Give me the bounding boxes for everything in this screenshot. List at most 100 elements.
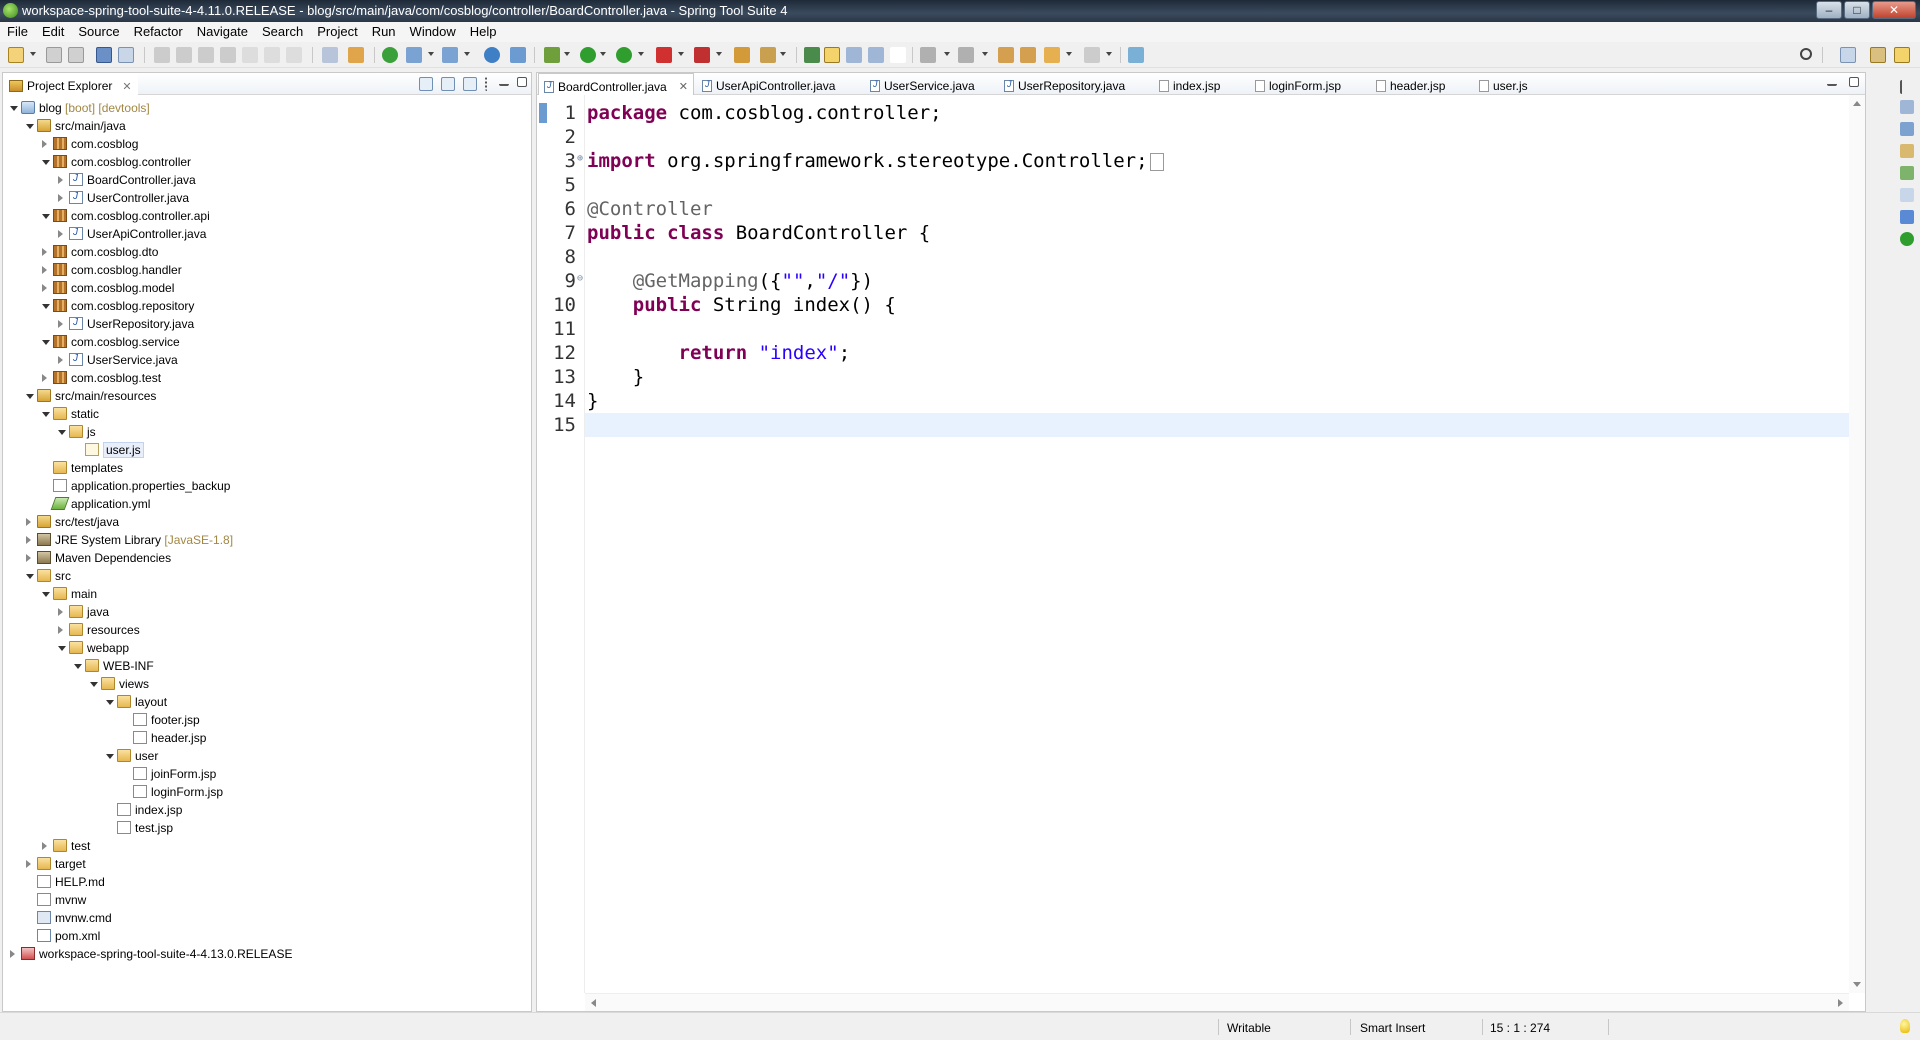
tree-item[interactable]: workspace-spring-tool-suite-4-4.13.0.REL… bbox=[3, 945, 531, 963]
external-tools-dropdown-icon[interactable] bbox=[716, 52, 722, 56]
view-menu-icon[interactable] bbox=[485, 77, 491, 91]
toggle-mark-occurrences-icon[interactable] bbox=[804, 47, 820, 63]
tree-item[interactable]: application.yml bbox=[3, 495, 531, 513]
tree-item[interactable]: blog [boot] [devtools] bbox=[3, 99, 531, 117]
tree-item[interactable]: views bbox=[3, 675, 531, 693]
expanded-arrow-icon[interactable] bbox=[58, 646, 66, 651]
vertical-scrollbar[interactable] bbox=[1849, 95, 1865, 993]
menu-search[interactable]: Search bbox=[255, 22, 310, 42]
new-icon[interactable] bbox=[8, 47, 24, 63]
scroll-up-icon[interactable] bbox=[1853, 101, 1861, 106]
boot-dashboard-icon[interactable] bbox=[382, 47, 398, 63]
tab-user-js[interactable]: user.js bbox=[1479, 73, 1528, 95]
tree-item[interactable]: com.cosblog.repository bbox=[3, 297, 531, 315]
maximize-view-icon[interactable] bbox=[517, 77, 527, 87]
tree-item[interactable]: templates bbox=[3, 459, 531, 477]
run-icon[interactable] bbox=[580, 47, 596, 63]
java-perspective-icon[interactable] bbox=[1894, 47, 1910, 63]
collapsed-arrow-icon[interactable] bbox=[42, 374, 47, 382]
expanded-arrow-icon[interactable] bbox=[90, 682, 98, 687]
tree-item[interactable]: application.properties_backup bbox=[3, 477, 531, 495]
trim-menu-icon[interactable] bbox=[1900, 80, 1908, 94]
tree-item[interactable]: mvnw.cmd bbox=[3, 909, 531, 927]
tree-item[interactable]: js bbox=[3, 423, 531, 441]
debug-icon[interactable] bbox=[544, 47, 560, 63]
code-area[interactable]: 1 2 3 ⊕ 5 6 7 8 9 ⊖ 10 11 12 13 14 15 pa… bbox=[537, 95, 1865, 993]
collapsed-arrow-icon[interactable] bbox=[26, 518, 31, 526]
servers-view-icon[interactable] bbox=[1900, 144, 1914, 158]
tree-item[interactable]: pom.xml bbox=[3, 927, 531, 945]
build-icon[interactable] bbox=[348, 47, 364, 63]
menu-navigate[interactable]: Navigate bbox=[190, 22, 255, 42]
forward-icon[interactable] bbox=[1084, 47, 1100, 63]
run-dropdown-icon[interactable] bbox=[600, 52, 606, 56]
open-type-icon[interactable] bbox=[510, 47, 526, 63]
forward-edit-icon[interactable] bbox=[1020, 47, 1036, 63]
menu-edit[interactable]: Edit bbox=[35, 22, 71, 42]
new-spring-project-icon[interactable] bbox=[406, 47, 422, 63]
collapsed-arrow-icon[interactable] bbox=[58, 176, 63, 184]
tree-item[interactable]: com.cosblog.model bbox=[3, 279, 531, 297]
step-over-icon[interactable] bbox=[264, 47, 280, 63]
collapsed-arrow-icon[interactable] bbox=[42, 140, 47, 148]
fold-expand-icon[interactable]: ⊕ bbox=[577, 153, 583, 164]
expanded-arrow-icon[interactable] bbox=[106, 700, 114, 705]
forward-dropdown-icon[interactable] bbox=[1106, 52, 1112, 56]
console-icon[interactable] bbox=[118, 47, 134, 63]
menu-file[interactable]: File bbox=[0, 22, 35, 42]
collapsed-arrow-icon[interactable] bbox=[42, 266, 47, 274]
pin-editor-icon[interactable] bbox=[1128, 47, 1144, 63]
expanded-arrow-icon[interactable] bbox=[42, 214, 50, 219]
open-folder-icon[interactable] bbox=[734, 47, 750, 63]
collapsed-arrow-icon[interactable] bbox=[42, 284, 47, 292]
dropdown-icon[interactable] bbox=[428, 52, 434, 56]
fold-collapse-icon[interactable]: ⊖ bbox=[577, 273, 583, 284]
expanded-arrow-icon[interactable] bbox=[106, 754, 114, 759]
search-icon[interactable] bbox=[1800, 48, 1812, 60]
close-button[interactable]: ✕ bbox=[1872, 1, 1916, 19]
expanded-arrow-icon[interactable] bbox=[74, 664, 82, 669]
tree-item[interactable]: com.cosblog.handler bbox=[3, 261, 531, 279]
back-dropdown-icon[interactable] bbox=[1066, 52, 1072, 56]
search-tool-icon[interactable] bbox=[760, 47, 776, 63]
tree-item[interactable]: src bbox=[3, 567, 531, 585]
resume-icon[interactable] bbox=[154, 47, 170, 63]
next-annotation-dropdown-icon[interactable] bbox=[944, 52, 950, 56]
show-whitespace-icon[interactable] bbox=[890, 47, 906, 63]
menu-source[interactable]: Source bbox=[71, 22, 126, 42]
menu-project[interactable]: Project bbox=[310, 22, 364, 42]
tree-item[interactable]: static bbox=[3, 405, 531, 423]
horizontal-scrollbar[interactable] bbox=[585, 993, 1849, 1011]
tree-item[interactable]: src/main/java bbox=[3, 117, 531, 135]
collapsed-arrow-icon[interactable] bbox=[26, 554, 31, 562]
coverage-dropdown-icon[interactable] bbox=[638, 52, 644, 56]
scroll-left-icon[interactable] bbox=[591, 999, 596, 1007]
collapsed-arrow-icon[interactable] bbox=[58, 320, 63, 328]
search-dropdown-icon[interactable] bbox=[780, 52, 786, 56]
tab-userrepository[interactable]: UserRepository.java bbox=[1004, 73, 1125, 95]
collapsed-arrow-icon[interactable] bbox=[10, 950, 15, 958]
tab-userapicontroller[interactable]: UserApiController.java bbox=[702, 73, 835, 95]
tree-item[interactable]: index.jsp bbox=[3, 801, 531, 819]
task-list-icon[interactable] bbox=[1900, 122, 1914, 136]
expanded-arrow-icon[interactable] bbox=[42, 340, 50, 345]
scroll-right-icon[interactable] bbox=[1838, 999, 1843, 1007]
tree-item[interactable]: layout bbox=[3, 693, 531, 711]
stop-icon[interactable] bbox=[656, 47, 672, 63]
back-icon[interactable] bbox=[1044, 47, 1060, 63]
globe-icon[interactable] bbox=[484, 47, 500, 63]
tree-item[interactable]: BoardController.java bbox=[3, 171, 531, 189]
tree-item[interactable]: joinForm.jsp bbox=[3, 765, 531, 783]
tree-item[interactable]: UserService.java bbox=[3, 351, 531, 369]
disconnect-icon[interactable] bbox=[220, 47, 236, 63]
expanded-arrow-icon[interactable] bbox=[58, 430, 66, 435]
show-source-icon[interactable] bbox=[868, 47, 884, 63]
outline-view-icon[interactable] bbox=[1900, 100, 1914, 114]
tab-project-explorer[interactable]: Project Explorer ✕ bbox=[3, 73, 138, 95]
tree-item[interactable]: java bbox=[3, 603, 531, 621]
collapsed-arrow-icon[interactable] bbox=[26, 860, 31, 868]
collapsed-imports-marker[interactable] bbox=[1149, 152, 1164, 171]
tree-item[interactable]: loginForm.jsp bbox=[3, 783, 531, 801]
console-view-icon[interactable] bbox=[1900, 210, 1914, 224]
filter-icon[interactable] bbox=[463, 77, 477, 91]
